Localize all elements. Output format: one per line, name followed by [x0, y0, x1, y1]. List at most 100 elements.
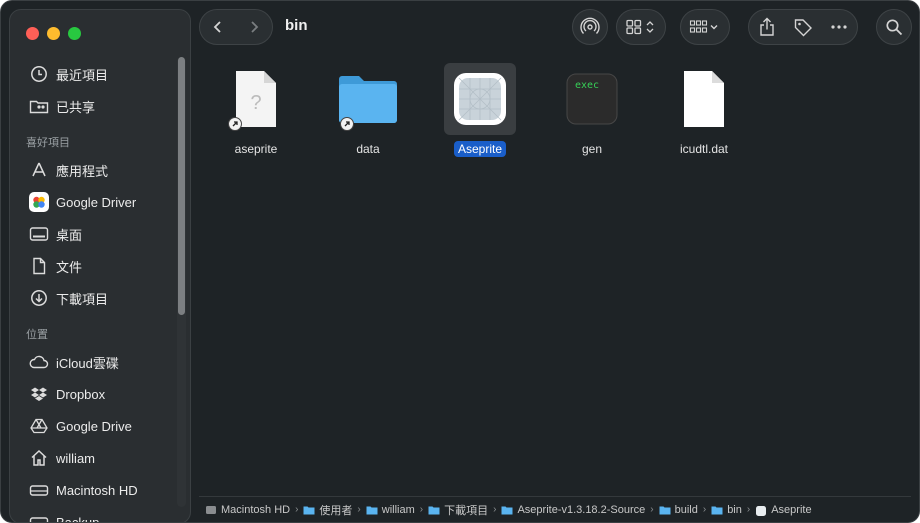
- path-separator: ›: [357, 504, 361, 515]
- share-button[interactable]: [749, 10, 785, 44]
- path-crumb[interactable]: Aseprite-v1.3.18.2-Source: [501, 504, 645, 516]
- sidebar-item-google-drive[interactable]: Google Drive: [10, 410, 190, 442]
- home-icon: [28, 448, 50, 468]
- folder-icon: [303, 505, 315, 515]
- file-name: icudtl.dat: [679, 142, 729, 156]
- shared-folder-icon: [28, 96, 50, 116]
- drive-icon: [28, 416, 50, 436]
- document-icon: [28, 256, 50, 276]
- sidebar-item-desktop[interactable]: 桌面: [10, 218, 190, 250]
- download-icon: [28, 288, 50, 308]
- sidebar-item-label: Google Drive: [56, 418, 132, 434]
- close-window-button[interactable]: [26, 27, 39, 40]
- path-separator: ›: [295, 504, 299, 515]
- blank-document-icon: [668, 63, 740, 135]
- disk-icon: [28, 512, 50, 522]
- group-view-icon: [689, 20, 718, 33]
- path-crumb[interactable]: 使用者: [303, 502, 352, 518]
- folder-icon: [332, 63, 404, 135]
- app-icon: [755, 505, 767, 516]
- locations-header: 位置: [26, 329, 48, 341]
- action-buttons: [748, 9, 858, 45]
- sidebar-item-backup[interactable]: Backup: [10, 506, 190, 523]
- sidebar-item-macintosh-hd[interactable]: Macintosh HD: [10, 474, 190, 506]
- search-button[interactable]: [876, 9, 912, 45]
- file-grid: ? aseprite data Aseprite exec gen icudtl…: [199, 53, 919, 496]
- sidebar-item-label: iCloud雲碟: [56, 355, 119, 371]
- sidebar-item-downloads[interactable]: 下載項目: [10, 282, 190, 314]
- sidebar-scroll-thumb[interactable]: [178, 57, 185, 315]
- minimize-window-button[interactable]: [47, 27, 60, 40]
- back-button[interactable]: [200, 10, 236, 44]
- view-mode-button[interactable]: [616, 9, 666, 45]
- path-crumb-label: 使用者: [319, 504, 353, 517]
- file-item[interactable]: icudtl.dat: [659, 63, 749, 157]
- tag-button[interactable]: [785, 10, 821, 44]
- sidebar-item-label: Google Driver: [56, 194, 137, 210]
- path-crumb[interactable]: 下載項目: [428, 502, 488, 518]
- unknown-document-icon: ?: [220, 63, 292, 135]
- file-name: aseprite: [234, 142, 278, 156]
- path-separator: ›: [493, 504, 497, 515]
- sidebar-list: 最近項目 已共享 喜好項目 應用程式 Google Driver 桌面 文件 下…: [10, 58, 190, 523]
- chevron-right-icon: [251, 21, 259, 33]
- path-bar: Macintosh HD › 使用者 › william › 下載項目 › As…: [199, 496, 911, 522]
- dropbox-icon: [28, 384, 50, 404]
- toolbar: bin: [199, 9, 912, 45]
- path-separator: ›: [650, 504, 654, 515]
- forward-button[interactable]: [236, 10, 272, 44]
- clock-icon: [28, 64, 50, 84]
- file-item-selected[interactable]: Aseprite: [435, 63, 525, 157]
- search-icon: [886, 19, 903, 36]
- disk-icon: [28, 480, 50, 500]
- share-icon: [760, 17, 774, 36]
- sidebar-item-applications[interactable]: 應用程式: [10, 154, 190, 186]
- sidebar-item-label: 桌面: [56, 227, 83, 243]
- sidebar-item-google-driver[interactable]: Google Driver: [10, 186, 190, 218]
- sidebar-item-label: 下載項目: [56, 291, 109, 307]
- sidebar-item-home[interactable]: william: [10, 442, 190, 474]
- nav-buttons: [199, 9, 273, 45]
- sidebar-item-label: Backup: [56, 514, 100, 523]
- path-crumb[interactable]: build: [659, 504, 698, 516]
- path-separator: ›: [746, 504, 751, 515]
- grid-view-icon: [626, 19, 654, 35]
- airdrop-icon: [580, 17, 600, 34]
- folder-icon: [428, 505, 440, 515]
- sidebar-item-documents[interactable]: 文件: [10, 250, 190, 282]
- sidebar-item-icloud[interactable]: iCloud雲碟: [10, 346, 190, 378]
- path-crumb[interactable]: william: [366, 504, 415, 516]
- sidebar-item-label: 應用程式: [56, 163, 109, 179]
- sidebar-item-label: 已共享: [56, 99, 96, 115]
- app-icon: [444, 63, 516, 135]
- file-name: data: [356, 142, 380, 156]
- path-crumb-label: Aseprite: [771, 503, 812, 516]
- file-item[interactable]: ? aseprite: [211, 63, 301, 157]
- sidebar: 最近項目 已共享 喜好項目 應用程式 Google Driver 桌面 文件 下…: [9, 9, 191, 523]
- chevron-left-icon: [213, 21, 221, 33]
- tag-icon: [794, 19, 812, 37]
- folder-icon: [366, 505, 378, 515]
- path-separator: ›: [419, 504, 424, 515]
- file-item[interactable]: exec gen: [547, 63, 637, 157]
- group-by-button[interactable]: [680, 9, 730, 45]
- file-item[interactable]: data: [323, 63, 413, 157]
- sidebar-scrollbar[interactable]: [177, 57, 186, 507]
- path-crumb[interactable]: Aseprite: [755, 503, 812, 516]
- more-button[interactable]: [821, 10, 857, 44]
- desktop-icon: [28, 224, 50, 244]
- svg-text:?: ?: [250, 92, 261, 114]
- airdrop-button[interactable]: [572, 9, 608, 45]
- sidebar-item-recents[interactable]: 最近項目: [10, 58, 190, 90]
- favorites-header: 喜好項目: [26, 137, 70, 149]
- sidebar-item-label: Dropbox: [56, 386, 106, 402]
- window-title: bin: [285, 17, 308, 34]
- alias-arrow-icon: [340, 117, 354, 131]
- cloud-icon: [28, 352, 50, 372]
- path-crumb-label: william: [381, 503, 415, 516]
- path-crumb[interactable]: Macintosh HD: [205, 504, 290, 516]
- path-crumb[interactable]: bin: [711, 504, 742, 516]
- zoom-window-button[interactable]: [68, 27, 81, 40]
- sidebar-item-shared[interactable]: 已共享: [10, 90, 190, 122]
- sidebar-item-dropbox[interactable]: Dropbox: [10, 378, 190, 410]
